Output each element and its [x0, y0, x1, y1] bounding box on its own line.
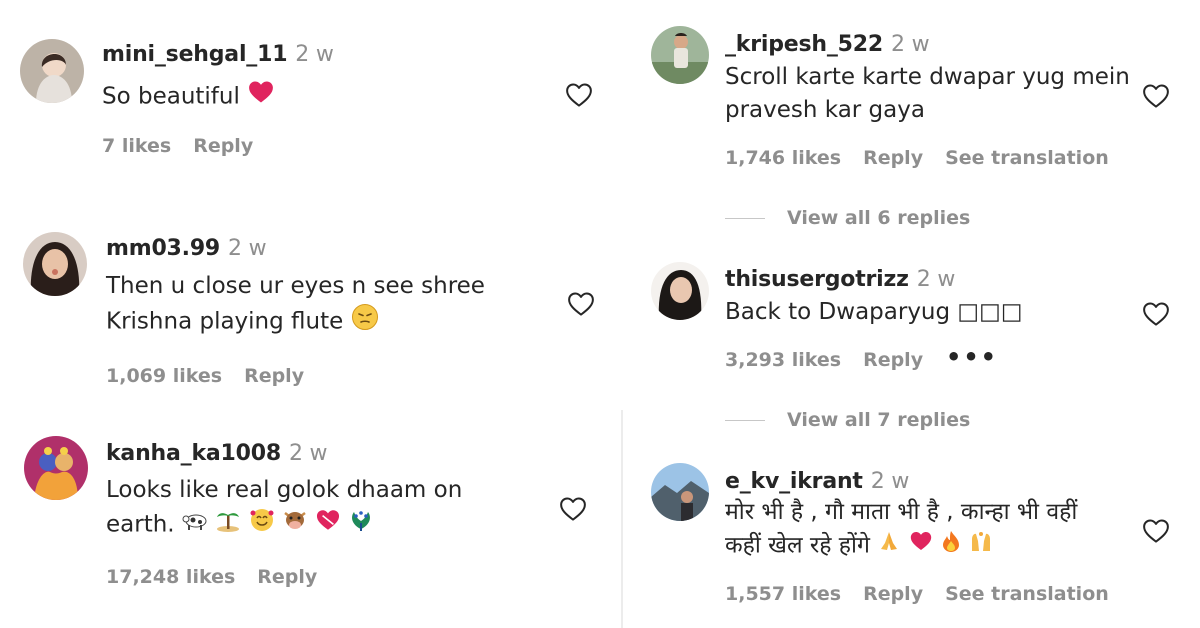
- likes-count[interactable]: 7 likes: [102, 135, 171, 157]
- view-replies-button[interactable]: View all 6 replies: [725, 207, 970, 229]
- comment-line: Looks like real golok dhaam on: [106, 477, 463, 503]
- likes-count[interactable]: 3,293 likes: [725, 349, 841, 371]
- see-translation-link[interactable]: See translation: [945, 147, 1109, 169]
- timestamp: 2 w: [295, 42, 334, 67]
- comment-meta: 1,746 likes Reply See translation: [725, 147, 1131, 169]
- pensive-face-emoji: [351, 303, 379, 341]
- avatar[interactable]: [24, 436, 88, 500]
- comment-line: मोर भी है , गौ माता भी है , कान्हा भी वह…: [725, 499, 1078, 525]
- red-heart-emoji: [247, 78, 275, 116]
- view-replies-label: View all 7 replies: [787, 409, 971, 431]
- folded-hands-emoji: [877, 529, 901, 563]
- avatar[interactable]: [651, 26, 709, 84]
- reply-button[interactable]: Reply: [257, 566, 317, 588]
- mending-heart-emoji: [315, 507, 341, 543]
- username[interactable]: kanha_ka1008 2 w: [106, 441, 328, 466]
- avatar[interactable]: [651, 262, 709, 320]
- like-heart-icon[interactable]: [1140, 516, 1172, 546]
- comment-line: earth.: [106, 511, 175, 538]
- likes-count[interactable]: 1,069 likes: [106, 365, 222, 387]
- comment-line: Then u close ur eyes n see shree: [106, 273, 485, 299]
- more-options-icon[interactable]: •••: [946, 343, 998, 371]
- like-heart-icon[interactable]: [1140, 81, 1172, 111]
- like-heart-icon[interactable]: [557, 494, 589, 524]
- comment-line: Scroll karte karte dwapar yug mein: [725, 64, 1130, 90]
- timestamp: 2 w: [288, 441, 328, 466]
- likes-count[interactable]: 1,746 likes: [725, 147, 841, 169]
- timestamp: 2 w: [916, 267, 956, 292]
- comment-line: So beautiful: [102, 83, 240, 110]
- username[interactable]: mini_sehgal_11 2 w: [102, 42, 334, 67]
- comment-line: pravesh kar gaya: [725, 97, 925, 123]
- comment-meta: 3,293 likes Reply: [725, 349, 945, 371]
- desert-island-emoji: [215, 507, 241, 543]
- reply-button[interactable]: Reply: [193, 135, 253, 157]
- comment-text: Back to Dwaparyug □□□: [725, 296, 1023, 329]
- reply-button[interactable]: Reply: [863, 583, 923, 605]
- like-heart-icon[interactable]: [563, 80, 595, 110]
- comment-meta: 7 likes Reply: [102, 135, 275, 157]
- avatar[interactable]: [23, 232, 87, 296]
- comment-line: Back to Dwaparyug □□□: [725, 299, 1023, 325]
- username[interactable]: e_kv_ikrant 2 w: [725, 469, 909, 494]
- reply-button[interactable]: Reply: [863, 349, 923, 371]
- comment-text: Looks like real golok dhaam on earth.: [106, 474, 462, 543]
- comment-text: Scroll karte karte dwapar yug mein prave…: [725, 61, 1130, 127]
- replies-divider: [725, 217, 765, 219]
- comment-line: Krishna playing flute: [106, 308, 344, 335]
- username[interactable]: mm03.99 2 w: [106, 236, 267, 261]
- reply-button[interactable]: Reply: [863, 147, 923, 169]
- likes-count[interactable]: 1,557 likes: [725, 583, 841, 605]
- username[interactable]: _kripesh_522 2 w: [725, 32, 930, 57]
- column-divider: [621, 410, 623, 628]
- timestamp: 2 w: [890, 32, 930, 57]
- comment-line: कहीं खेल रहे होंगे: [725, 532, 870, 559]
- timestamp: 2 w: [870, 469, 910, 494]
- comment-text: Then u close ur eyes n see shree Krishna…: [106, 270, 485, 341]
- reply-button[interactable]: Reply: [244, 365, 304, 387]
- comment-meta: 1,069 likes Reply: [106, 365, 326, 387]
- comment-text: So beautiful: [102, 78, 275, 116]
- red-heart-emoji: [909, 529, 933, 563]
- like-heart-icon[interactable]: [565, 289, 597, 319]
- likes-count[interactable]: 17,248 likes: [106, 566, 235, 588]
- smiling-face-with-hearts-emoji: [249, 507, 275, 543]
- like-heart-icon[interactable]: [1140, 299, 1172, 329]
- replies-divider: [725, 419, 765, 421]
- comment-meta: 17,248 likes Reply: [106, 566, 339, 588]
- fire-emoji: [940, 529, 962, 563]
- timestamp: 2 w: [228, 236, 267, 261]
- view-replies-button[interactable]: View all 7 replies: [725, 409, 970, 431]
- username[interactable]: thisusergotrizz 2 w: [725, 267, 955, 292]
- avatar[interactable]: [20, 39, 84, 103]
- peacock-emoji: [348, 507, 374, 543]
- see-translation-link[interactable]: See translation: [945, 583, 1109, 605]
- avatar[interactable]: [651, 463, 709, 521]
- raising-hands-emoji: [969, 529, 993, 563]
- comment-meta: 1,557 likes Reply See translation: [725, 583, 1131, 605]
- comment-text: मोर भी है , गौ माता भी है , कान्हा भी वह…: [725, 496, 1077, 563]
- view-replies-label: View all 6 replies: [787, 207, 971, 229]
- cow-emoji: [182, 508, 208, 542]
- cow-face-emoji: [282, 507, 308, 543]
